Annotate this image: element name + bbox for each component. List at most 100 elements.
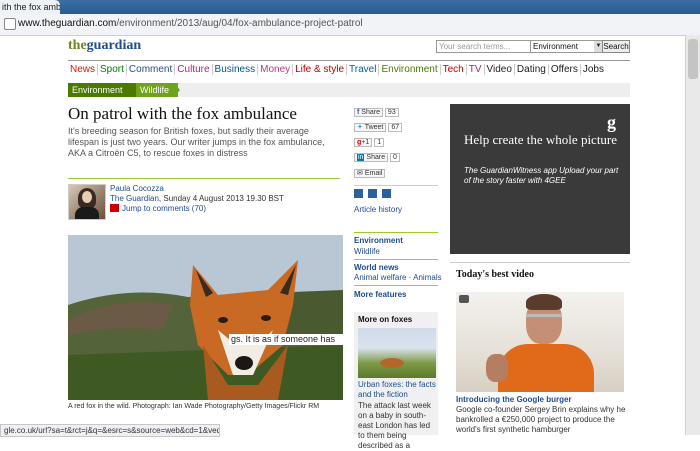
nav-item-environment[interactable]: Environment [379, 64, 441, 75]
photo-caption: A red fox in the wild. Photograph: Ian W… [68, 403, 320, 410]
nav-item-money[interactable]: Money [258, 64, 294, 75]
jump-to-comments-link[interactable]: Jump to comments (70) [122, 204, 206, 213]
browser-tab[interactable]: ith the fox amb [0, 0, 60, 14]
publication-line: The Guardian, Sunday 4 August 2013 19.30… [110, 194, 284, 203]
article-history-link[interactable]: Article history [354, 205, 402, 214]
person-shirt [498, 344, 594, 392]
tag-animals[interactable]: Animals [413, 273, 441, 282]
fox-photo [68, 235, 343, 400]
tweet-button[interactable]: ✦ Tweet [354, 123, 387, 132]
related-wildlife[interactable]: Wildlife [354, 247, 380, 256]
logo-the: the [68, 38, 87, 53]
related-divider [354, 285, 438, 286]
facebook-share[interactable]: f Share 93 [354, 108, 399, 117]
video-camera-icon [459, 295, 469, 303]
facebook-share-label: Share [361, 109, 380, 116]
vertical-scrollbar[interactable] [685, 35, 700, 435]
linkedin-icon: in [357, 154, 365, 161]
byline-divider [68, 178, 340, 179]
url-host: www.theguardian.com [18, 18, 117, 29]
gplus-label: +1 [361, 139, 370, 146]
author-face [82, 191, 92, 203]
breadcrumb-environment[interactable]: Environment [68, 83, 138, 97]
nav-item-video[interactable]: Video [485, 64, 515, 75]
url-text[interactable]: www.theguardian.com/environment/2013/aug… [18, 18, 363, 29]
publish-date: , Sunday 4 August 2013 19.30 BST [158, 194, 284, 203]
linkedin-count: 0 [390, 153, 400, 162]
facebook-count: 93 [384, 108, 399, 117]
author-name[interactable]: Paula Cocozza [110, 184, 164, 193]
related-divider [354, 232, 438, 233]
fox-image [68, 235, 343, 400]
tweet-count: 67 [388, 123, 403, 132]
scrollbar-thumb[interactable] [688, 39, 698, 79]
author-photo[interactable] [68, 184, 106, 220]
tweet-label: Tweet [364, 124, 384, 131]
share-icon[interactable] [368, 189, 377, 198]
browser-tab-bar [0, 0, 700, 14]
more-on-foxes-text: The attack last week on a baby in south-… [358, 401, 431, 450]
twitter-icon: ✦ [357, 124, 365, 131]
nav-item-travel[interactable]: Travel [347, 64, 380, 75]
video-thumbnail[interactable] [456, 292, 624, 392]
nav-item-culture[interactable]: Culture [175, 64, 213, 75]
linkedin-share[interactable]: in Share 0 [354, 153, 400, 162]
more-on-foxes-link[interactable]: Urban foxes: the facts and the fiction [358, 380, 438, 400]
email-label: Email [364, 170, 383, 177]
search-scope-value: Environment [533, 42, 578, 51]
nav-item-jobs[interactable]: Jobs [581, 64, 606, 75]
email-button[interactable]: ✉ Email [354, 169, 386, 178]
source-link[interactable]: The Guardian [110, 194, 159, 203]
tag-animal-welfare[interactable]: Animal welfare [354, 273, 406, 282]
related-environment[interactable]: Environment [354, 236, 403, 245]
nav-item-tech[interactable]: Tech [441, 64, 467, 75]
nav-item-tv[interactable]: TV [467, 64, 485, 75]
more-features-link[interactable]: More features [354, 290, 406, 299]
search-scope-select[interactable]: Environment ▼ [530, 40, 604, 53]
article-standfirst: It's breeding season for British foxes, … [68, 126, 325, 158]
twitter-share[interactable]: ✦ Tweet 67 [354, 123, 403, 132]
more-on-foxes-box: More on foxes Urban foxes: the facts and… [354, 312, 438, 450]
gplus-share[interactable]: g+1 1 [354, 138, 385, 147]
article-body-fragment: gs. It is as if someone has [229, 334, 345, 345]
person-hand [486, 354, 508, 382]
page-icon [4, 18, 16, 30]
video-divider [450, 262, 630, 263]
nav-item-sport[interactable]: Sport [98, 64, 127, 75]
more-on-foxes-title: More on foxes [358, 315, 413, 324]
breadcrumb: Environment Wildlife [68, 83, 630, 97]
search-button[interactable]: Search [602, 40, 630, 53]
nav-item-comment[interactable]: Comment [127, 64, 176, 75]
facebook-share-button[interactable]: f Share [354, 108, 383, 117]
nav-item-news[interactable]: News [68, 64, 99, 75]
nav-item-dating[interactable]: Dating [515, 64, 549, 75]
print-icon[interactable] [354, 189, 363, 198]
email-share[interactable]: ✉ Email [354, 169, 386, 178]
nav-item-life-style[interactable]: Life & style [293, 64, 348, 75]
author-body [75, 207, 99, 219]
guardian-logo[interactable]: theguardian [68, 38, 141, 54]
envelope-icon: ✉ [357, 170, 365, 177]
address-bar[interactable]: www.theguardian.com/environment/2013/aug… [0, 14, 700, 36]
related-world-subtags: Animal welfare · Animals [354, 273, 442, 282]
linkedin-button[interactable]: in Share [354, 153, 389, 162]
todays-best-video-title: Today's best video [456, 269, 534, 280]
logo-guardian: guardian [86, 38, 142, 53]
guardian-g-logo: g [607, 112, 616, 132]
video-link[interactable]: Introducing the Google burger [456, 395, 572, 404]
main-nav: News Sport Comment Culture Business Money Life… [68, 64, 606, 78]
nav-item-business[interactable]: Business [213, 64, 259, 75]
guardianwitness-ad[interactable]: g Help create the whole picture The Guar… [450, 104, 630, 254]
urban-fox-thumbnail[interactable] [358, 328, 436, 378]
related-world-news[interactable]: World news [354, 263, 399, 272]
url-path: /environment/2013/aug/04/fox-ambulance-p… [116, 18, 363, 29]
linkedin-label: Share [366, 154, 386, 161]
search-input[interactable]: Your search terms... [436, 40, 532, 53]
breadcrumb-wildlife[interactable]: Wildlife [136, 83, 178, 97]
person-hair [526, 294, 562, 310]
nav-item-offers[interactable]: Offers [549, 64, 581, 75]
fox-figure [380, 358, 404, 368]
clip-icon[interactable] [382, 189, 391, 198]
gplus-button[interactable]: g+1 [354, 138, 373, 147]
share-divider [354, 185, 438, 186]
